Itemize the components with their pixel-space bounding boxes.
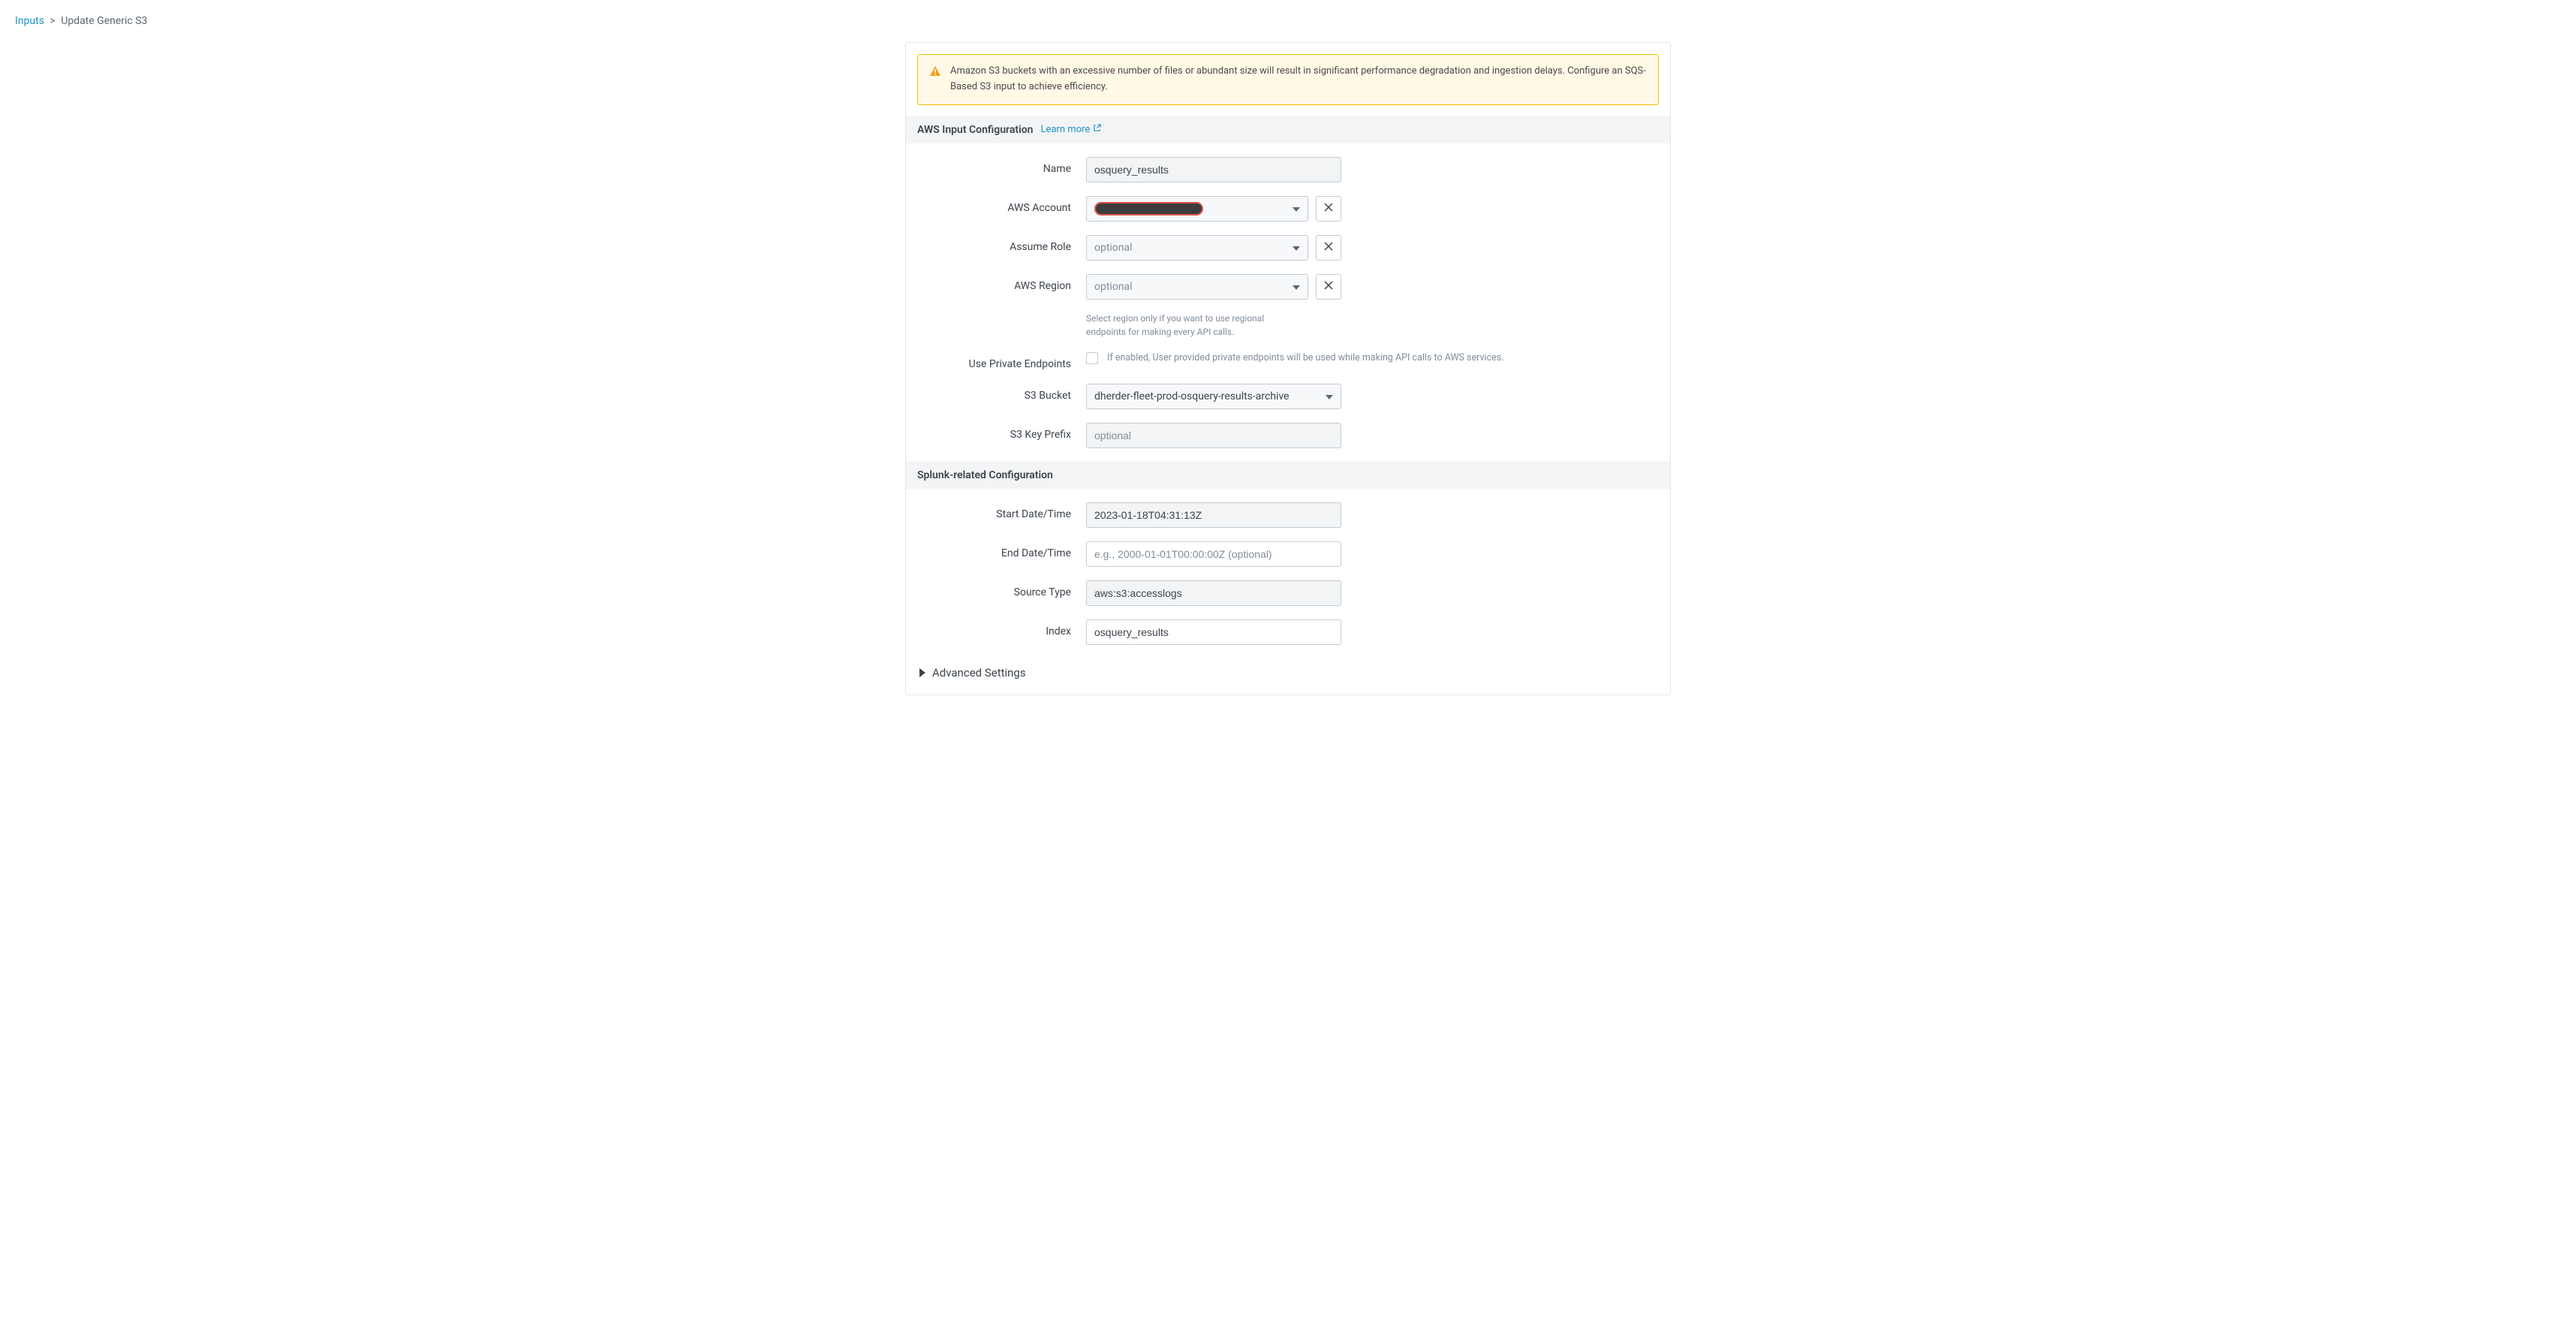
label-name: Name	[917, 157, 1086, 175]
select-assume-role[interactable]: optional	[1086, 235, 1308, 261]
section-title-splunk: Splunk-related Configuration	[917, 469, 1053, 481]
caret-down-icon	[1326, 390, 1333, 402]
select-s3-bucket: dherder-fleet-prod-osquery-results-archi…	[1086, 384, 1341, 409]
input-s3-key-prefix	[1086, 423, 1341, 448]
select-aws-region-value: optional	[1094, 281, 1133, 293]
advanced-settings-label: Advanced Settings	[932, 666, 1026, 680]
row-assume-role: Assume Role optional	[906, 235, 1670, 261]
warning-icon	[929, 65, 941, 83]
learn-more-label: Learn more	[1040, 124, 1090, 135]
clear-aws-account-button[interactable]	[1316, 196, 1341, 221]
learn-more-link[interactable]: Learn more	[1040, 124, 1101, 135]
input-start-datetime	[1086, 502, 1341, 528]
breadcrumb-current: Update Generic S3	[61, 15, 147, 27]
clear-aws-region-button[interactable]	[1316, 274, 1341, 300]
label-aws-account: AWS Account	[917, 196, 1086, 214]
close-icon	[1324, 281, 1333, 292]
alert-warning: Amazon S3 buckets with an excessive numb…	[917, 54, 1659, 105]
caret-down-icon	[1293, 242, 1300, 254]
input-name	[1086, 157, 1341, 182]
alert-text: Amazon S3 buckets with an excessive numb…	[950, 64, 1647, 95]
row-end-datetime: End Date/Time	[906, 541, 1670, 567]
label-end-datetime: End Date/Time	[917, 541, 1086, 559]
label-index: Index	[917, 619, 1086, 637]
help-aws-region: Select region only if you want to use re…	[1086, 312, 1304, 339]
row-s3-bucket: S3 Bucket dherder-fleet-prod-osquery-res…	[906, 384, 1670, 409]
select-s3-bucket-value: dherder-fleet-prod-osquery-results-archi…	[1094, 390, 1290, 402]
select-assume-role-value: optional	[1094, 242, 1133, 254]
chevron-right-icon	[915, 668, 928, 677]
caret-down-icon	[1293, 203, 1300, 215]
caret-down-icon	[1293, 281, 1300, 293]
section-header-aws: AWS Input Configuration Learn more	[906, 116, 1670, 143]
row-aws-region: AWS Region optional Select region only i…	[906, 274, 1670, 339]
input-end-datetime[interactable]	[1086, 541, 1341, 567]
external-link-icon	[1093, 124, 1101, 135]
section-title-aws: AWS Input Configuration	[917, 124, 1033, 136]
redacted-value	[1094, 202, 1203, 215]
clear-assume-role-button[interactable]	[1316, 235, 1341, 261]
row-aws-account: AWS Account	[906, 196, 1670, 221]
row-name: Name	[906, 157, 1670, 182]
close-icon	[1324, 203, 1333, 214]
section-header-splunk: Splunk-related Configuration	[906, 462, 1670, 489]
label-aws-region: AWS Region	[917, 274, 1086, 292]
row-s3-key-prefix: S3 Key Prefix	[906, 423, 1670, 448]
label-source-type: Source Type	[917, 580, 1086, 598]
select-aws-account[interactable]	[1086, 196, 1308, 221]
breadcrumb: Inputs > Update Generic S3	[15, 15, 2561, 27]
form-card: Amazon S3 buckets with an excessive numb…	[905, 42, 1671, 695]
advanced-settings-toggle[interactable]: Advanced Settings	[906, 658, 1670, 680]
input-source-type	[1086, 580, 1341, 606]
row-source-type: Source Type	[906, 580, 1670, 606]
label-assume-role: Assume Role	[917, 235, 1086, 253]
row-start-datetime: Start Date/Time	[906, 502, 1670, 528]
label-s3-bucket: S3 Bucket	[917, 384, 1086, 402]
label-s3-key-prefix: S3 Key Prefix	[917, 423, 1086, 441]
checkbox-private-endpoints[interactable]	[1086, 352, 1098, 364]
row-index: Index	[906, 619, 1670, 645]
input-index[interactable]	[1086, 619, 1341, 645]
label-private-endpoints: Use Private Endpoints	[917, 352, 1086, 370]
close-icon	[1324, 242, 1333, 253]
breadcrumb-link-inputs[interactable]: Inputs	[15, 15, 44, 27]
help-private-endpoints: If enabled, User provided private endpoi…	[1107, 352, 1504, 363]
row-private-endpoints: Use Private Endpoints If enabled, User p…	[906, 352, 1670, 370]
select-aws-region[interactable]: optional	[1086, 274, 1308, 300]
breadcrumb-separator: >	[50, 15, 55, 27]
label-start-datetime: Start Date/Time	[917, 502, 1086, 520]
